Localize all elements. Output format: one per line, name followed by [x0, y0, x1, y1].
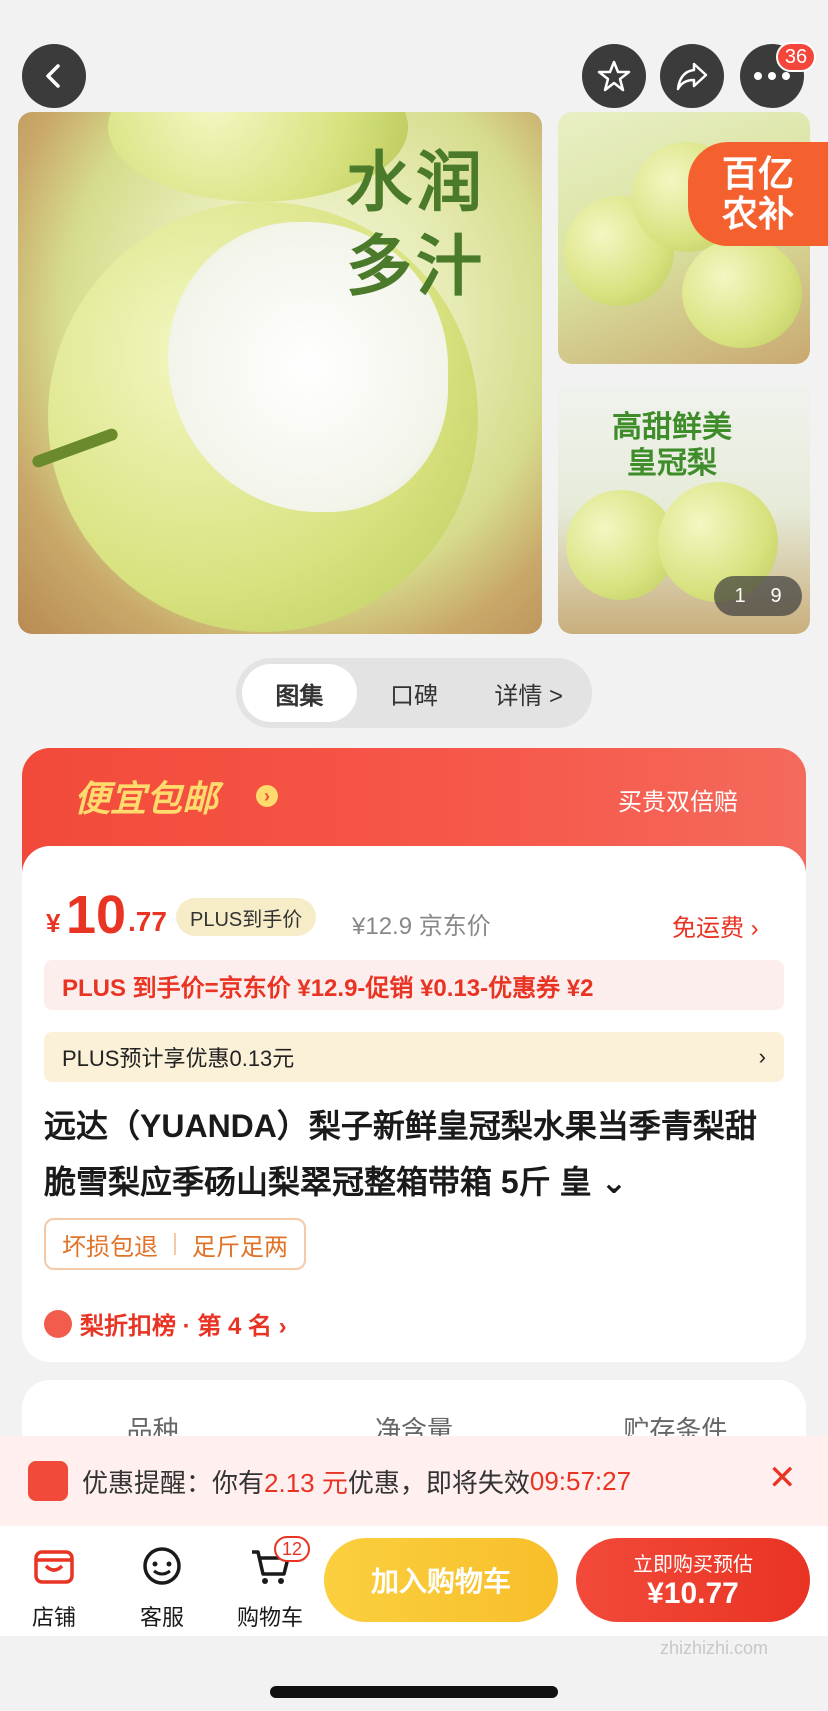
tab-gallery[interactable]: 图集	[242, 664, 357, 722]
thumb-caption-line1: 高甜鲜美	[612, 411, 732, 444]
back-button[interactable]	[22, 44, 86, 108]
more-dots-icon	[754, 72, 790, 80]
tag-full-weight: 足斤足两	[192, 1233, 288, 1261]
plus-saving-text: PLUS预计享优惠0.13元	[62, 1046, 295, 1071]
store-button[interactable]: 店铺	[14, 1544, 94, 1632]
pager-total: 9	[770, 584, 782, 607]
thumb-caption-line2: 皇冠梨	[627, 447, 717, 480]
original-price: ¥12.9 京东价	[352, 913, 491, 940]
price-currency: ¥	[46, 908, 61, 938]
plus-saving-bar[interactable]: PLUS预计享优惠0.13元 ›	[44, 1032, 784, 1082]
free-shipping-link[interactable]: 免运费 ›	[672, 908, 759, 943]
reminder-suffix: 优惠，即将失效	[347, 1467, 530, 1498]
store-label: 店铺	[31, 1605, 76, 1630]
promo-title[interactable]: 便宜包邮	[74, 770, 218, 822]
pear-illustration	[682, 238, 802, 348]
caption-line2: 多汁	[346, 227, 486, 305]
customer-service-button[interactable]: 客服	[122, 1544, 202, 1632]
product-title[interactable]: 远达（YUANDA）梨子新鲜皇冠梨水果当季青梨甜脆雪梨应季砀山梨翠冠整箱带箱 5…	[44, 1098, 784, 1210]
share-button[interactable]	[660, 44, 724, 108]
ranking-text: 梨折扣榜 · 第 4 名 ›	[80, 1313, 287, 1340]
price-decimal: .77	[128, 906, 167, 937]
gallery-tabs: 图集 口碑 详情 >	[236, 658, 592, 728]
favorite-button[interactable]	[582, 44, 646, 108]
buy-now-price: ¥10.77	[647, 1577, 739, 1610]
caption-line1: 水润	[346, 143, 486, 221]
reminder-countdown: 09:57:27	[529, 1465, 632, 1496]
share-icon	[676, 62, 708, 91]
stamp-line2: 农补	[722, 193, 795, 234]
tag-damage-refund: 坏损包退	[62, 1233, 158, 1261]
chat-face-icon	[143, 1547, 181, 1585]
main-image-caption: 水润 多汁	[346, 140, 486, 308]
buy-now-label: 立即购买预估	[633, 1554, 753, 1576]
watermark: zhizhizhi.com	[660, 1638, 769, 1658]
reminder-prefix: 优惠提醒：你有	[82, 1467, 265, 1498]
tab-reviews[interactable]: 口碑	[357, 664, 472, 722]
close-icon[interactable]: ✕	[768, 1458, 797, 1498]
coupon-icon	[28, 1461, 68, 1501]
cart-count-badge: 12	[274, 1536, 311, 1562]
service-tags[interactable]: 坏损包退 足斤足两	[44, 1218, 306, 1270]
price-guarantee[interactable]: 买贵双倍赔	[618, 782, 738, 817]
home-indicator	[270, 1686, 558, 1698]
ranking-link[interactable]: 梨折扣榜 · 第 4 名 ›	[44, 1306, 287, 1341]
star-icon	[597, 60, 631, 92]
pager-current: 1	[734, 584, 746, 607]
add-to-cart-button[interactable]: 加入购物车	[324, 1538, 558, 1622]
image-pager: 1 9	[714, 576, 802, 616]
subsidy-stamp: 百亿 农补	[688, 142, 828, 246]
price-formula: PLUS 到手价=京东价 ¥12.9-促销 ¥0.13-优惠券 ¥2	[44, 960, 784, 1010]
chevron-right-icon: ›	[758, 1044, 766, 1069]
service-label: 客服	[139, 1605, 184, 1630]
notification-badge: 36	[776, 42, 816, 72]
thumbnail-caption: 高甜鲜美 皇冠梨	[612, 410, 732, 482]
reminder-amount: 2.13 元	[264, 1467, 348, 1498]
stamp-line1: 百亿	[722, 153, 795, 194]
cart-label: 购物车	[236, 1605, 303, 1630]
coupon-reminder[interactable]: 优惠提醒：你有 2.13 元 优惠，即将失效 09:57:27	[0, 1436, 828, 1526]
medal-icon	[44, 1309, 72, 1338]
chevron-right-icon: ›	[256, 785, 278, 807]
tab-details[interactable]: 详情 >	[471, 664, 586, 722]
price-integer: 10	[66, 885, 127, 945]
store-icon	[34, 1550, 74, 1584]
buy-now-button[interactable]: 立即购买预估 ¥10.77	[576, 1538, 810, 1622]
chevron-left-icon	[46, 64, 60, 88]
plus-price-label: PLUS到手价	[176, 898, 317, 936]
